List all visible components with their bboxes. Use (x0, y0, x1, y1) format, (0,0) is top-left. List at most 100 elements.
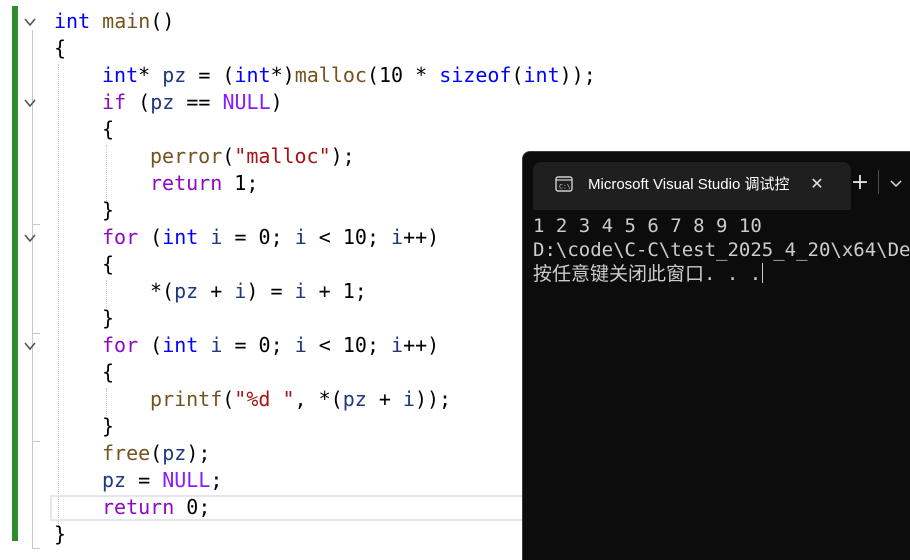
token: } (102, 198, 115, 222)
token: } (102, 414, 115, 438)
token: { (54, 36, 67, 60)
token: for (102, 333, 139, 357)
token: i (294, 225, 307, 249)
code-line-11[interactable]: *(pz + i) = i + 1; (150, 278, 367, 305)
token: "malloc" (234, 144, 331, 168)
console-prompt-line: 按任意键关闭此窗口. . . (533, 262, 764, 286)
token: ( (126, 90, 151, 114)
fold-chevron-icon[interactable] (23, 15, 37, 29)
console-tab-title: Microsoft Visual Studio 调试控 (588, 176, 790, 193)
code-line-10[interactable]: { (102, 251, 114, 278)
token: i (210, 333, 223, 357)
token: i (294, 279, 307, 303)
token: for (102, 225, 139, 249)
token: "%d " (234, 387, 295, 411)
token: ++) (403, 333, 440, 357)
token: return (150, 171, 223, 195)
token: int (162, 333, 199, 357)
token: i (294, 333, 307, 357)
code-line-12[interactable]: } (102, 305, 114, 332)
token: + 1; (306, 279, 367, 303)
token: ( (150, 441, 163, 465)
outline-tick (32, 333, 40, 334)
chevron-down-icon[interactable] (889, 175, 903, 189)
console-prompt-text: 按任意键关闭此窗口. . . (533, 263, 762, 285)
console-tab[interactable]: C:\ Microsoft Visual Studio 调试控 ✕ (533, 162, 851, 210)
code-line-5[interactable]: { (102, 116, 114, 143)
code-line-20[interactable]: } (54, 521, 66, 548)
indent-guide (58, 64, 59, 530)
token: free (102, 441, 151, 465)
console-output[interactable]: 1 2 3 4 5 6 7 8 9 10 D:\code\C-C\test_20… (523, 210, 910, 560)
token: ; (210, 468, 223, 492)
token: )); (414, 387, 452, 411)
token: pz (102, 468, 127, 492)
token: pz (162, 63, 187, 87)
new-tab-button[interactable]: + (849, 172, 871, 194)
close-icon[interactable]: ✕ (806, 173, 828, 195)
token: { (102, 252, 115, 276)
token: () (150, 9, 175, 33)
token: int (523, 63, 560, 87)
console-output-line: D:\code\C-C\test_2025_4_20\x64\Debug\tes… (533, 239, 910, 261)
code-line-6[interactable]: perror("malloc"); (150, 143, 355, 170)
token: NULL (162, 468, 211, 492)
outline-tick (32, 441, 40, 442)
token: ++) (403, 225, 440, 249)
code-line-16[interactable]: } (102, 413, 114, 440)
token: , *( (294, 387, 343, 411)
console-output-line: 1 2 3 4 5 6 7 8 9 10 (533, 215, 762, 237)
token: == (174, 90, 223, 114)
code-line-7[interactable]: return 1; (150, 170, 258, 197)
token: * (138, 63, 163, 87)
token: 0; (174, 495, 211, 519)
token: ( (138, 333, 163, 357)
token: ( (222, 144, 235, 168)
text-cursor (762, 263, 764, 283)
code-line-18[interactable]: pz = NULL; (102, 467, 222, 494)
token: pz (150, 90, 175, 114)
fold-chevron-icon[interactable] (23, 231, 37, 245)
code-line-8[interactable]: } (102, 197, 114, 224)
token: 1; (222, 171, 259, 195)
indent-guide (106, 280, 107, 308)
token: *) (270, 63, 295, 87)
token: < 10; (306, 225, 392, 249)
token: + (198, 279, 235, 303)
code-line-4[interactable]: if (pz == NULL) (102, 89, 283, 116)
fold-chevron-icon[interactable] (23, 96, 37, 110)
token: pz (174, 279, 199, 303)
token: pz (342, 387, 367, 411)
token: } (54, 522, 67, 546)
fold-chevron-icon[interactable] (23, 339, 37, 353)
titlebar-divider (878, 170, 879, 194)
token: = ( (186, 63, 235, 87)
console-titlebar[interactable]: C:\ Microsoft Visual Studio 调试控 ✕ + (523, 152, 910, 210)
token: { (102, 117, 115, 141)
token: pz (162, 441, 187, 465)
code-line-13[interactable]: for (int i = 0; i < 10; i++) (102, 332, 439, 359)
token: i (234, 279, 247, 303)
code-line-9[interactable]: for (int i = 0; i < 10; i++) (102, 224, 439, 251)
svg-text:C:\: C:\ (559, 183, 571, 191)
code-line-19[interactable]: return 0; (102, 494, 210, 521)
token: = 0; (222, 333, 295, 357)
token: i (210, 225, 223, 249)
code-line-15[interactable]: printf("%d ", *(pz + i)); (150, 386, 451, 413)
token: i (391, 333, 404, 357)
outline-tick (32, 224, 40, 225)
code-line-2[interactable]: { (54, 35, 66, 62)
code-line-17[interactable]: free(pz); (102, 440, 210, 467)
outline-tick (32, 548, 40, 549)
code-line-3[interactable]: int* pz = (int*)malloc(10 * sizeof(int))… (102, 62, 596, 89)
code-line-14[interactable]: { (102, 359, 114, 386)
debug-console-window[interactable]: C:\ Microsoft Visual Studio 调试控 ✕ + 1 2 … (522, 151, 910, 560)
code-line-1[interactable]: int main() (54, 8, 174, 35)
token: int (54, 9, 91, 33)
token: ) (270, 90, 283, 114)
token: malloc (294, 63, 367, 87)
token: return (102, 495, 175, 519)
